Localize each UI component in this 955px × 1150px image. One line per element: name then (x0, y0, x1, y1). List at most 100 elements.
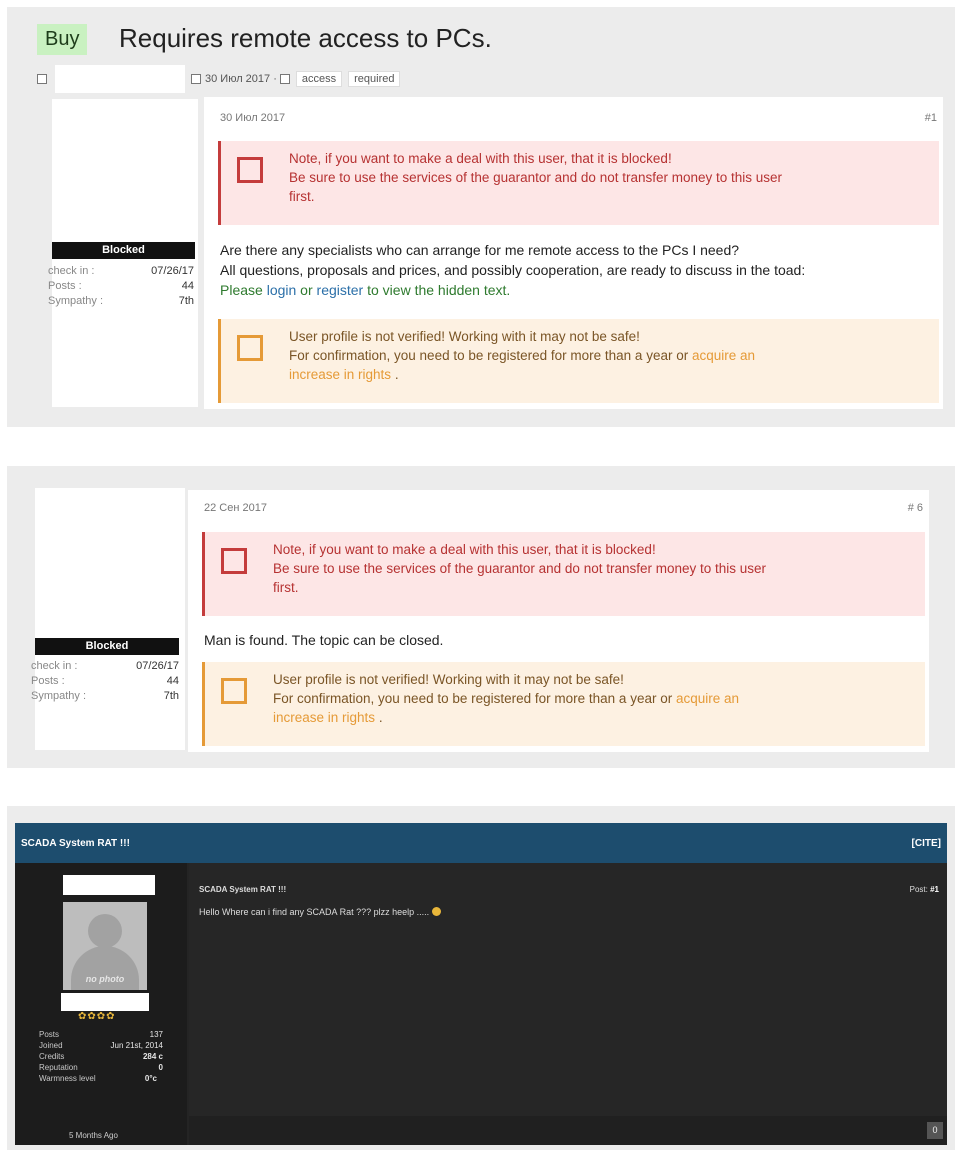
notice-text-post: . (375, 710, 383, 725)
warning-line: first. (273, 580, 299, 595)
reputation-count-button[interactable]: 0 (927, 1122, 943, 1139)
stat-label: Credits (39, 1052, 65, 1061)
unverified-notice: User profile is not verified! Working wi… (218, 319, 939, 403)
stat-value: 7th (163, 690, 179, 702)
thread-meta: 30 Июл 2017 · access required (37, 65, 401, 93)
warning-line: Be sure to use the services of the guara… (289, 170, 783, 185)
stat-label: check in : (31, 660, 78, 672)
warning-text: Note, if you want to make a deal with th… (289, 149, 782, 206)
user-info: Blocked check in : 07/26/17 Posts : 44 Sym… (31, 488, 185, 750)
notice-line: For confirmation, you need to be registe… (273, 689, 739, 708)
stat-label: Posts (39, 1030, 60, 1039)
message-line: All questions, proposals and prices, and… (220, 262, 806, 278)
post-header: SCADA System RAT !!! [CITE] (15, 823, 947, 863)
unverified-notice: User profile is not verified! Working wi… (202, 662, 925, 746)
message-line: Are there any specialists who can arrang… (220, 242, 740, 258)
stat-row: Sympathy : 7th (31, 690, 179, 702)
post-time-ago: 5 Months Ago (69, 1131, 118, 1140)
warning-icon (237, 157, 263, 183)
stat-value: 44 (166, 675, 179, 687)
user-info: Blocked check in : 07/26/17 Posts : 44 Sym… (48, 99, 198, 407)
thread-date: 30 Июл 2017 · (205, 73, 277, 85)
stat-row: Warmness level 0°c (39, 1074, 157, 1083)
smiley-icon (432, 907, 442, 916)
post-date[interactable]: 22 Сен 2017 (204, 502, 267, 514)
stat-value: Jun 21st, 2014 (110, 1041, 163, 1050)
rank-stars-icon: ✿✿✿✿ (78, 1011, 116, 1022)
hidden-text-pre: Please (220, 282, 267, 298)
stat-value: 07/26/17 (151, 265, 194, 277)
thread-prefix-badge[interactable]: Buy (37, 24, 88, 55)
user-info: no photo ✿✿✿✿ Posts 137 Joined Jun 21st, 2… (15, 863, 187, 1145)
status-badge: Blocked (35, 638, 179, 655)
post-number[interactable]: #1 (925, 112, 937, 124)
post-message: Man is found. The topic can be closed. (204, 632, 444, 648)
stat-label: Posts : (31, 675, 65, 687)
warning-line: Be sure to use the services of the guara… (273, 561, 767, 576)
avatar[interactable] (52, 99, 192, 241)
acquire-rights-link[interactable]: acquire an (676, 691, 739, 706)
redacted-usertitle (61, 993, 149, 1011)
post-message-text: Hello Where can i find any SCADA Rat ???… (199, 907, 430, 917)
avatar[interactable]: no photo (63, 902, 147, 990)
register-link[interactable]: register (317, 282, 364, 298)
post-number[interactable]: Post: #1 (910, 885, 939, 894)
post-1: 30 Июл 2017 #1 Note, if you want to make… (204, 97, 943, 409)
tag-access[interactable]: access (295, 71, 343, 87)
stat-row: Credits 284 c (39, 1052, 163, 1061)
avatar-head-shape (88, 914, 122, 948)
notice-icon (221, 678, 247, 704)
stat-row: check in : 07/26/17 (31, 660, 179, 672)
thread-panel-2: Blocked check in : 07/26/17 Posts : 44 Sym… (7, 466, 955, 768)
stat-label: Joined (39, 1041, 63, 1050)
warning-line: first. (289, 189, 315, 204)
post-message: Hello Where can i find any SCADA Rat ???… (199, 907, 442, 917)
notice-text: User profile is not verified! Working wi… (289, 327, 755, 384)
post-number[interactable]: # 6 (908, 502, 923, 514)
notice-text-pre: For confirmation, you need to be registe… (289, 348, 692, 363)
stat-value: 07/26/17 (136, 660, 179, 672)
stat-row: Sympathy : 7th (48, 295, 194, 307)
post-date[interactable]: 30 Июл 2017 (220, 112, 285, 124)
post-6: 22 Сен 2017 # 6 Note, if you want to mak… (188, 490, 929, 752)
hidden-text-post: to view the hidden text. (363, 282, 511, 298)
thread-title: Requires remote access to PCs. (119, 23, 492, 53)
blocked-warning: Note, if you want to make a deal with th… (202, 532, 925, 616)
thread-title[interactable]: SCADA System RAT !!! (21, 838, 130, 849)
stat-row: Joined Jun 21st, 2014 (39, 1041, 163, 1050)
tag-required[interactable]: required (348, 71, 401, 87)
status-badge: Blocked (52, 242, 195, 259)
cite-button[interactable]: [CITE] (912, 838, 941, 849)
warning-text: Note, if you want to make a deal with th… (273, 540, 766, 597)
avatar-label: no photo (85, 974, 125, 984)
increase-rights-link[interactable]: increase in rights (273, 710, 375, 725)
login-link[interactable]: login (267, 282, 297, 298)
user-icon (37, 74, 47, 84)
hidden-text-notice: Please login or register to view the hid… (220, 280, 805, 300)
hidden-text-or: or (296, 282, 317, 298)
increase-rights-link[interactable]: increase in rights (289, 367, 391, 382)
stat-label: check in : (48, 265, 95, 277)
post-number-value: #1 (930, 885, 939, 894)
stat-value: 7th (178, 295, 194, 307)
stat-row: Posts : 44 (48, 280, 194, 292)
acquire-rights-link[interactable]: acquire an (692, 348, 755, 363)
notice-icon (237, 335, 263, 361)
stat-value: 0°c (144, 1074, 157, 1083)
stat-value: 44 (181, 280, 194, 292)
notice-line: User profile is not verified! Working wi… (273, 672, 624, 687)
notice-line: increase in rights . (289, 365, 755, 384)
redacted-username (55, 65, 185, 93)
avatar[interactable] (43, 492, 171, 630)
tag-icon (279, 74, 290, 84)
thread-panel-1: Buy Requires remote access to PCs. 30 Ию… (7, 7, 955, 427)
stat-row: check in : 07/26/17 (48, 265, 194, 277)
stat-value: 137 (149, 1030, 163, 1039)
thread-panel-3: SCADA System RAT !!! [CITE] no photo ✿✿✿… (7, 806, 955, 1150)
dark-forum-post: SCADA System RAT !!! [CITE] no photo ✿✿✿… (15, 823, 947, 1145)
redacted-username (63, 875, 155, 895)
post-subject: SCADA System RAT !!! (199, 885, 287, 894)
notice-line: increase in rights . (273, 708, 739, 727)
warning-icon (221, 548, 247, 574)
notice-text: User profile is not verified! Working wi… (273, 670, 739, 727)
